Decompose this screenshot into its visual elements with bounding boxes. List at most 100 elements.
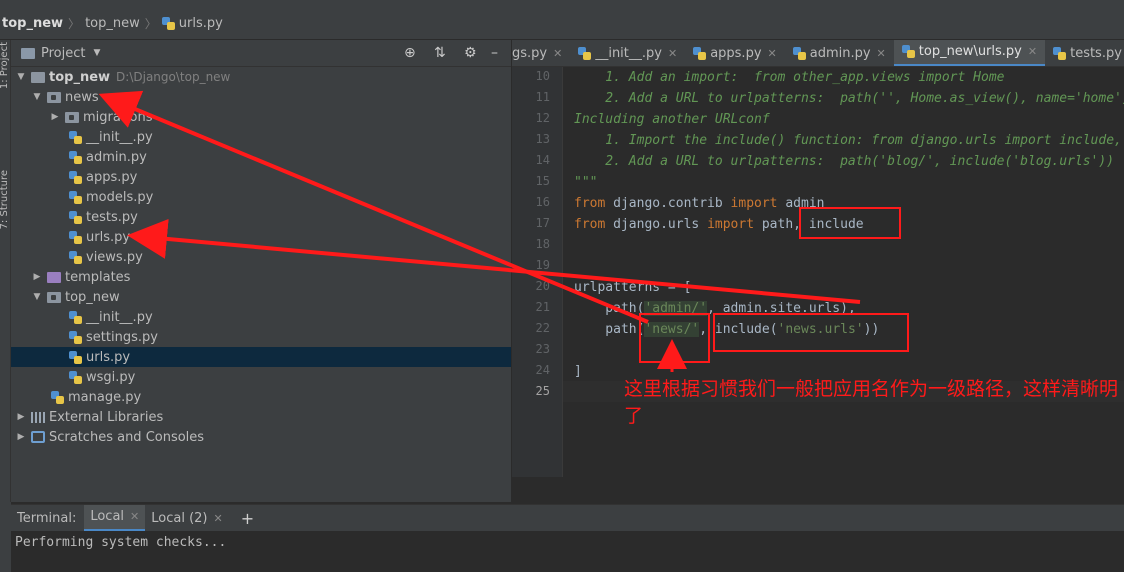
code-line-24: ] — [574, 364, 582, 379]
python-file-icon — [69, 350, 82, 364]
annotation-note: 这里根据习惯我们一般把应用名作为一级路径，这样清晰明了 — [624, 378, 1119, 427]
tree-item-news[interactable]: ▼ news — [11, 87, 511, 107]
annotation-box-include — [799, 207, 901, 239]
annotation-box-include-news-urls — [713, 313, 909, 352]
close-icon[interactable]: ✕ — [668, 47, 677, 60]
tree-item-top-new-urls-selected[interactable]: urls.py — [11, 347, 511, 367]
editor-tab-label: top_new\urls.py — [918, 44, 1022, 59]
code-token: from — [574, 217, 606, 232]
collapsed-arrow-icon[interactable]: ▶ — [15, 432, 27, 442]
tree-item-top-new[interactable]: ▼ top_new — [11, 287, 511, 307]
collapsed-arrow-icon[interactable]: ▶ — [49, 112, 61, 122]
line-number-gutter: 10 11 12 13 14 15 16 17 18 19 20 21 22 2… — [512, 67, 562, 477]
tree-item-project-root[interactable]: ▼ top_new D:\Django\top_new — [11, 67, 511, 87]
tree-item-label: news — [65, 89, 99, 105]
folder-icon — [31, 71, 45, 83]
line-number: 13 — [535, 132, 550, 146]
tree-item-file[interactable]: models.py — [11, 187, 511, 207]
tree-item-label: apps.py — [86, 169, 138, 185]
tree-item-label: tests.py — [86, 209, 138, 225]
expand-arrow-icon[interactable]: ▼ — [31, 92, 43, 102]
python-file-icon — [69, 170, 82, 184]
breadcrumb-file[interactable]: urls.py — [179, 16, 223, 31]
editor-tab[interactable]: admin.py ✕ — [785, 40, 894, 66]
tree-item-file[interactable]: settings.py — [11, 327, 511, 347]
tree-item-label: settings.py — [86, 329, 158, 345]
tree-item-label: Scratches and Consoles — [49, 429, 205, 445]
code-line-20: urlpatterns = [ — [574, 280, 692, 295]
expand-arrow-icon[interactable]: ▼ — [15, 72, 27, 82]
editor-tab-active[interactable]: top_new\urls.py ✕ — [893, 40, 1046, 66]
collapsed-arrow-icon[interactable]: ▶ — [15, 412, 27, 422]
tree-item-file[interactable]: manage.py — [11, 387, 511, 407]
collapse-icon[interactable]: ⇅ — [434, 45, 446, 61]
project-panel-title[interactable]: Project — [41, 46, 85, 61]
python-file-icon — [693, 46, 707, 60]
tree-item-file[interactable]: __init__.py — [11, 307, 511, 327]
tree-item-label: admin.py — [86, 149, 147, 165]
close-icon[interactable]: ✕ — [1028, 45, 1037, 58]
line-number: 23 — [535, 342, 550, 356]
terminal-tab-label: Local (2) — [151, 510, 208, 526]
close-icon[interactable]: ✕ — [553, 47, 562, 60]
editor-tab-label: __init__.py — [595, 45, 662, 61]
code-token: django.urls — [605, 217, 708, 232]
terminal-tab-label: Local — [90, 509, 125, 524]
target-icon[interactable]: ⊕ — [404, 45, 416, 61]
tree-item-label: views.py — [86, 249, 143, 265]
close-icon[interactable]: ✕ — [877, 47, 886, 60]
hide-icon[interactable]: – — [491, 45, 498, 61]
terminal-label: Terminal: — [17, 510, 77, 526]
python-file-icon — [69, 130, 82, 144]
tree-item-file[interactable]: admin.py — [11, 147, 511, 167]
menu-bar — [0, 0, 1124, 8]
close-icon[interactable]: ✕ — [768, 47, 777, 60]
breadcrumb-root[interactable]: top_new — [2, 16, 63, 31]
code-token: path( — [574, 322, 645, 337]
tree-item-label: urls.py — [86, 349, 131, 365]
tree-item-templates[interactable]: ▶ templates — [11, 267, 511, 287]
tree-item-file[interactable]: views.py — [11, 247, 511, 267]
tree-item-file[interactable]: apps.py — [11, 167, 511, 187]
project-tool-tab[interactable]: 1: Project — [0, 42, 10, 89]
editor-tab[interactable]: gs.py ✕ — [512, 40, 570, 66]
expand-arrow-icon[interactable]: ▼ — [31, 292, 43, 302]
tree-item-label: templates — [65, 269, 131, 285]
tree-item-label: __init__.py — [86, 129, 153, 145]
editor-tab[interactable]: tests.py ✕ — [1045, 40, 1124, 66]
line-number: 17 — [535, 216, 550, 230]
tree-item-label: migrations — [83, 109, 153, 125]
tree-item-file[interactable]: wsgi.py — [11, 367, 511, 387]
editor-tab[interactable]: __init__.py ✕ — [570, 40, 685, 66]
structure-tool-tab[interactable]: 7: Structure — [0, 170, 10, 229]
line-number-current: 25 — [535, 384, 550, 398]
tree-item-label: models.py — [86, 189, 154, 205]
tree-item-migrations[interactable]: ▶ migrations — [11, 107, 511, 127]
line-number: 12 — [535, 111, 550, 125]
terminal-output-area[interactable]: Performing system checks... — [11, 531, 1124, 572]
tree-item-file[interactable]: tests.py — [11, 207, 511, 227]
gear-icon[interactable]: ⚙ — [464, 45, 477, 61]
package-icon — [47, 291, 61, 303]
line-number: 10 — [535, 69, 550, 83]
python-file-icon — [1053, 46, 1067, 60]
terminal-tab-local[interactable]: Local ✕ — [84, 504, 146, 532]
tree-item-scratches[interactable]: ▶ Scratches and Consoles — [11, 427, 511, 447]
python-file-icon — [161, 17, 175, 30]
plus-icon[interactable]: + — [241, 509, 254, 528]
chevron-down-icon[interactable]: ▼ — [93, 48, 100, 58]
editor-tab[interactable]: apps.py ✕ — [685, 40, 785, 66]
tree-item-file[interactable]: __init__.py — [11, 127, 511, 147]
tree-item-external-libraries[interactable]: ▶ External Libraries — [11, 407, 511, 427]
code-token: import — [730, 196, 778, 211]
tree-item-news-urls[interactable]: urls.py — [11, 227, 511, 247]
line-number: 14 — [535, 153, 550, 167]
breadcrumb-package[interactable]: top_new — [85, 16, 140, 31]
editor-tab-label: tests.py — [1070, 45, 1122, 61]
close-icon[interactable]: ✕ — [130, 510, 139, 523]
close-icon[interactable]: ✕ — [214, 512, 223, 525]
collapsed-arrow-icon[interactable]: ▶ — [31, 272, 43, 282]
project-panel-header: Project ▼ ⊕ ⇅ ⚙ – — [11, 40, 511, 67]
terminal-tab-local-2[interactable]: Local (2) ✕ — [145, 505, 228, 532]
python-file-icon — [792, 46, 806, 60]
